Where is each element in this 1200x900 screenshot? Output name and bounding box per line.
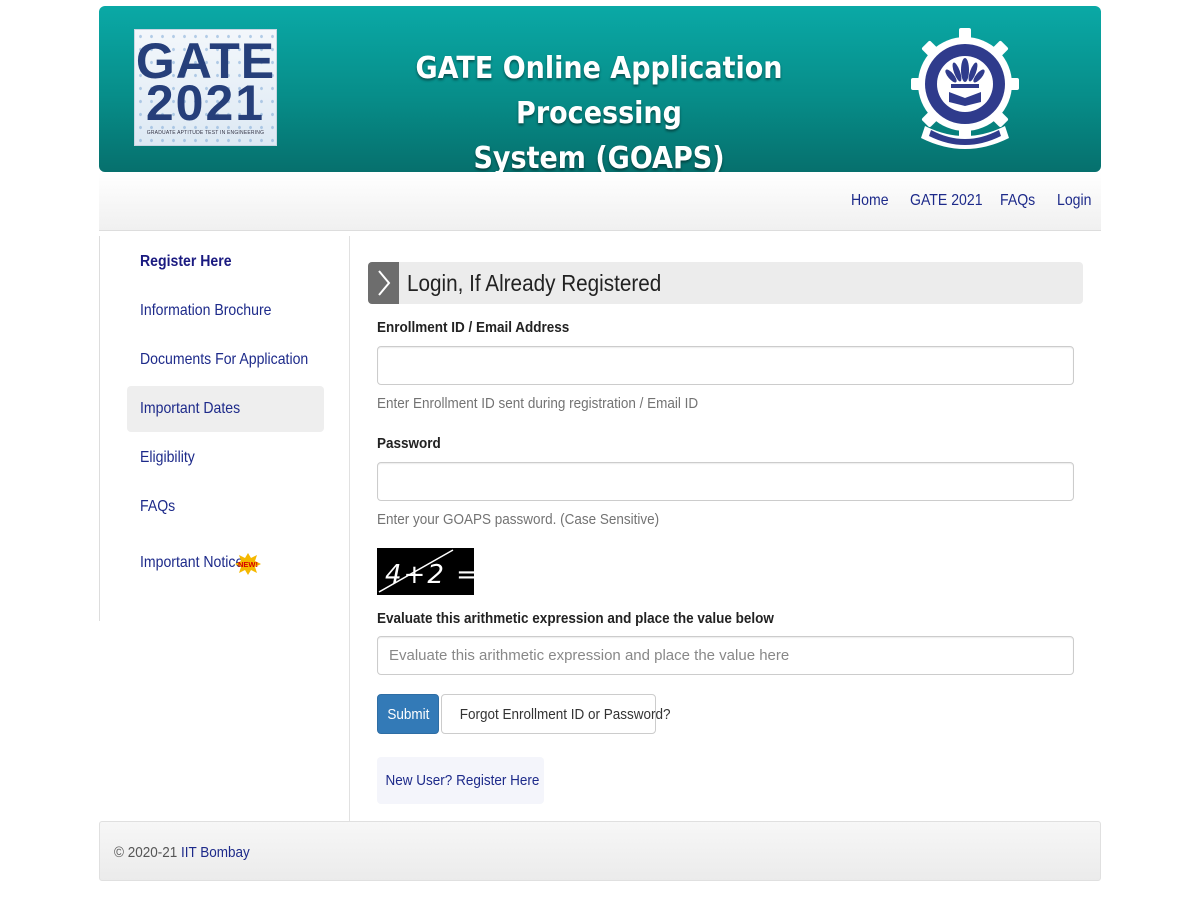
nav-home[interactable]: Home (851, 192, 889, 210)
sidebar-item-eligibility[interactable]: Eligibility (127, 435, 324, 481)
sidebar-item-register[interactable]: Register Here (127, 239, 324, 285)
footer-copyright: © 2020-21 IIT Bombay (114, 844, 250, 861)
sidebar-item-information-brochure[interactable]: Information Brochure (127, 288, 324, 334)
chevron-right-icon (368, 262, 399, 304)
iit-bombay-emblem-icon (911, 28, 1019, 149)
enrollment-label: Enrollment ID / Email Address (377, 319, 570, 336)
password-label: Password (377, 435, 441, 452)
footer: © 2020-21 IIT Bombay (99, 821, 1101, 881)
captcha-text: 4+2 = (385, 560, 474, 590)
nav-faqs[interactable]: FAQs (1000, 192, 1035, 210)
nav-gate-2021[interactable]: GATE 2021 (910, 192, 983, 210)
new-user-register-link[interactable]: New User? Register Here (377, 757, 544, 804)
password-input[interactable] (377, 462, 1074, 501)
logo-tagline: GRADUATE APTITUDE TEST IN ENGINEERING (146, 130, 265, 136)
nav-login[interactable]: Login (1057, 192, 1091, 210)
logo-text-year: 2021 (145, 75, 266, 131)
new-badge-icon: NEW! (235, 553, 261, 575)
captcha-image: 4+2 = (377, 548, 478, 595)
sidebar-item-important-dates[interactable]: Important Dates (127, 386, 324, 432)
sidebar-item-important-notice[interactable]: Important Notice NEW! (127, 540, 324, 586)
captcha-answer-input[interactable] (377, 636, 1074, 675)
enrollment-input[interactable] (377, 346, 1074, 385)
forgot-credentials-button[interactable]: Forgot Enrollment ID or Password? (441, 694, 671, 734)
page-title: GATE Online Application Processing Syste… (415, 51, 783, 176)
gate-2021-logo: GATE 2021 GRADUATE APTITUDE TEST IN ENGI… (134, 29, 277, 146)
new-badge-text: NEW! (238, 560, 258, 569)
login-heading: Login, If Already Registered (407, 270, 662, 296)
sidebar: Register Here Information Brochure Docum… (99, 236, 350, 621)
top-navbar: Home GATE 2021 FAQs Login (99, 172, 1101, 231)
enrollment-help-text: Enter Enrollment ID sent during registra… (377, 395, 699, 412)
sidebar-item-documents[interactable]: Documents For Application (127, 337, 324, 383)
submit-button[interactable]: Submit (377, 694, 439, 734)
footer-iitb-link[interactable]: IIT Bombay (181, 844, 250, 861)
sidebar-divider (349, 236, 350, 821)
captcha-label: Evaluate this arithmetic expression and … (377, 610, 774, 627)
login-panel-header: Login, If Already Registered (368, 262, 1083, 304)
header-banner: GATE 2021 GRADUATE APTITUDE TEST IN ENGI… (99, 6, 1101, 176)
sidebar-item-faqs[interactable]: FAQs (127, 484, 324, 530)
password-help-text: Enter your GOAPS password. (Case Sensiti… (377, 511, 660, 528)
